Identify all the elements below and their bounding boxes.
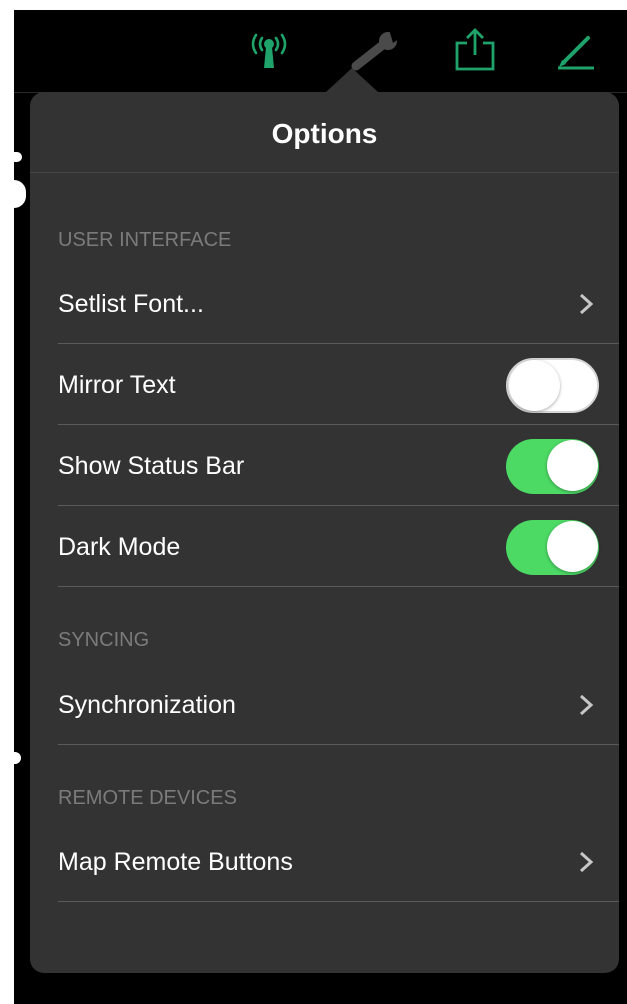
- map-remote-buttons-label: Map Remote Buttons: [58, 848, 293, 876]
- synchronization-label: Synchronization: [58, 691, 236, 719]
- pencil-icon[interactable]: [554, 30, 598, 74]
- share-icon[interactable]: [454, 27, 496, 73]
- section-header-syncing: SYNCING: [58, 629, 150, 651]
- section-header-remote-devices: REMOTE DEVICES: [58, 787, 237, 809]
- show-status-bar-label: Show Status Bar: [58, 452, 245, 480]
- section-header-user-interface: USER INTERFACE: [58, 229, 232, 251]
- background-content-fragment: [14, 752, 21, 764]
- row-separator: [58, 586, 619, 587]
- row-separator: [58, 424, 619, 425]
- mirror-text-row: Mirror Text: [30, 345, 619, 425]
- show-status-bar-toggle[interactable]: [506, 439, 599, 494]
- show-status-bar-row: Show Status Bar: [30, 426, 619, 506]
- chevron-right-icon: [579, 293, 594, 315]
- background-content-fragment: [14, 152, 22, 162]
- row-separator: [58, 343, 619, 344]
- toggle-knob: [547, 521, 598, 572]
- app-screen: Options USER INTERFACE Setlist Font... M…: [14, 10, 627, 1004]
- wireless-antenna-icon[interactable]: [242, 32, 296, 72]
- chevron-right-icon: [579, 851, 594, 873]
- mirror-text-toggle[interactable]: [506, 358, 599, 413]
- row-separator: [58, 744, 619, 745]
- dark-mode-toggle[interactable]: [506, 520, 599, 575]
- popover-header: Options: [30, 92, 619, 173]
- row-separator: [58, 505, 619, 506]
- dark-mode-row: Dark Mode: [30, 507, 619, 587]
- chevron-right-icon: [579, 694, 594, 716]
- dark-mode-label: Dark Mode: [58, 533, 181, 561]
- synchronization-row[interactable]: Synchronization: [30, 665, 619, 745]
- background-content-fragment: [14, 180, 26, 208]
- map-remote-buttons-row[interactable]: Map Remote Buttons: [30, 822, 619, 902]
- toggle-knob: [547, 440, 598, 491]
- row-separator: [58, 901, 619, 902]
- toggle-knob: [509, 360, 560, 411]
- setlist-font-label: Setlist Font...: [58, 290, 204, 318]
- popover-title: Options: [271, 118, 378, 149]
- popover-arrow: [326, 68, 378, 92]
- options-popover: Options USER INTERFACE Setlist Font... M…: [30, 92, 619, 973]
- mirror-text-label: Mirror Text: [58, 371, 176, 399]
- setlist-font-row[interactable]: Setlist Font...: [30, 264, 619, 344]
